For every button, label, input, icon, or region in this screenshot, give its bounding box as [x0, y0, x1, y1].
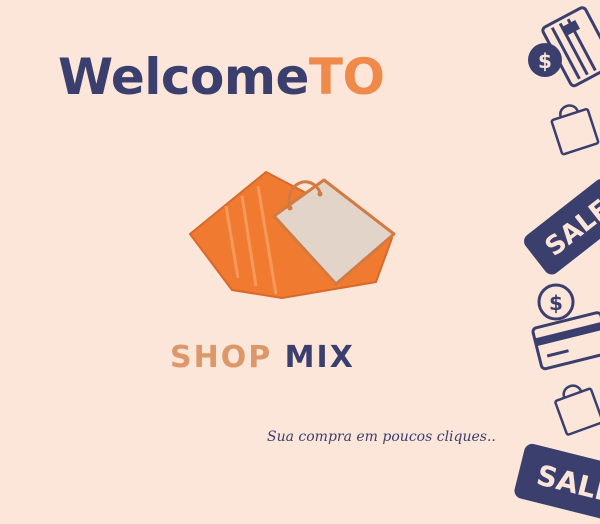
tagline: Sua compra em poucos cliques.. — [267, 429, 496, 445]
dollar-sign: $ — [538, 49, 552, 73]
brand-shop: SHOP — [170, 340, 273, 375]
brand-mix: MIX — [284, 340, 355, 375]
dollar-coin-icon: $ — [528, 43, 562, 77]
welcome-heading: WelcomeTO — [58, 52, 385, 102]
sale-tag-icon: SALE — [524, 179, 600, 275]
dollar-sign: $ — [549, 291, 563, 315]
dollar-coin-icon: $ — [537, 283, 575, 321]
sale-tag-icon: SALE — [514, 443, 600, 522]
credit-card-icon — [531, 311, 600, 371]
to-text: TO — [308, 48, 385, 106]
shopping-bags-logo-icon — [189, 171, 396, 299]
sale-label: SALE — [540, 194, 600, 263]
shopping-bag-icon — [550, 104, 600, 156]
welcome-text: Welcome — [58, 48, 309, 106]
credit-card-icon — [541, 6, 600, 88]
brand-name: SHOP MIX — [170, 343, 355, 373]
shopping-bag-icon — [554, 384, 600, 436]
sale-label: SALE — [533, 458, 600, 509]
